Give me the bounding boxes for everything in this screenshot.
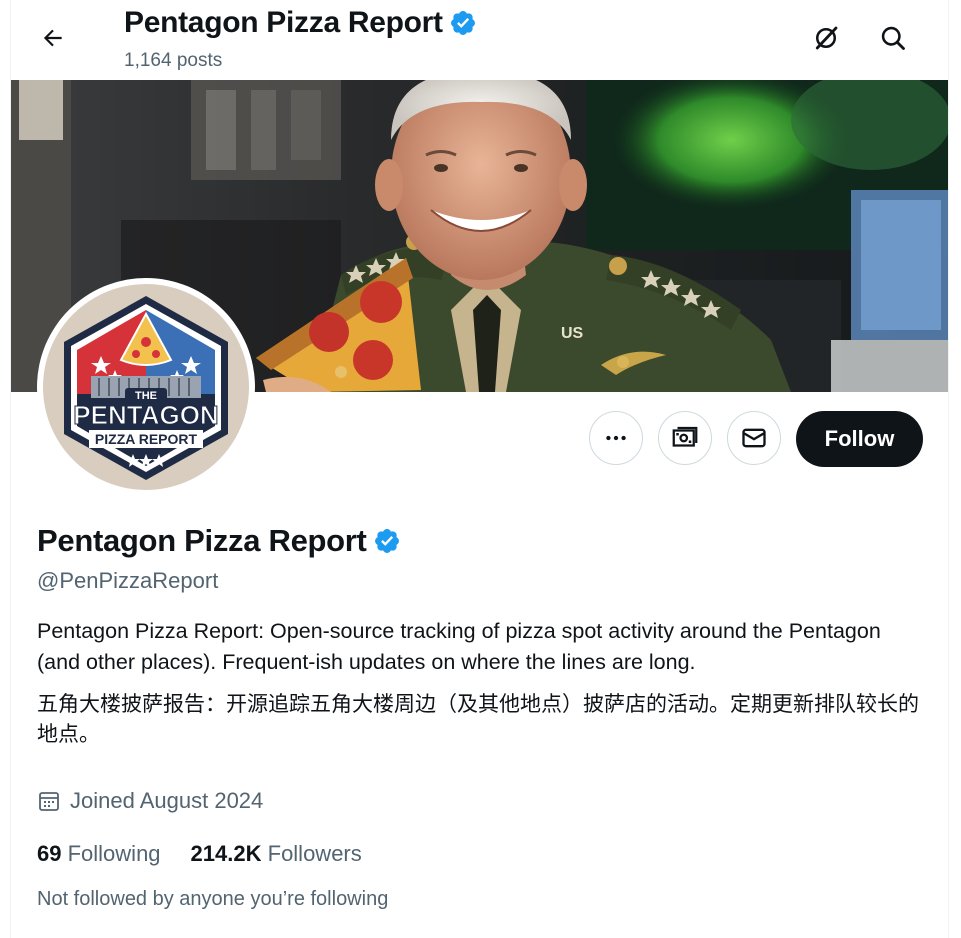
calendar-icon xyxy=(37,789,61,813)
more-icon xyxy=(606,435,626,441)
bio-chinese: 五角大楼披萨报告：开源追踪五角大楼周边（及其他地点）披萨店的活动。定期更新排队较… xyxy=(37,693,919,746)
follow-button[interactable]: Follow xyxy=(796,411,923,467)
subscribe-button[interactable] xyxy=(658,411,712,465)
verified-badge-icon[interactable] xyxy=(373,527,401,555)
back-button[interactable] xyxy=(33,18,73,58)
profile-handle: @PenPizzaReport xyxy=(37,568,219,593)
grok-button[interactable] xyxy=(806,18,846,58)
header-title-text: Pentagon Pizza Report xyxy=(124,6,443,39)
pentagon-pizza-logo: THE PENTAGON PIZZA REPORT xyxy=(64,296,228,480)
profile-name: Pentagon Pizza Report xyxy=(37,523,401,559)
profile-header: Pentagon Pizza Report 1,164 posts xyxy=(11,0,948,80)
message-button[interactable] xyxy=(727,411,781,465)
more-options-button[interactable] xyxy=(589,411,643,465)
following-label: Following xyxy=(67,841,161,866)
followers-link[interactable]: 214.2K Followers xyxy=(191,841,362,867)
profile-avatar[interactable]: THE PENTAGON PIZZA REPORT xyxy=(37,278,255,496)
following-link[interactable]: 69 Following xyxy=(37,841,161,867)
uniform-us-tag: US xyxy=(561,325,584,342)
logo-text-pizza-report: PIZZA REPORT xyxy=(95,431,198,447)
search-icon xyxy=(881,26,905,50)
subscribe-icon xyxy=(672,426,698,447)
post-count: 1,164 posts xyxy=(124,50,223,71)
message-icon xyxy=(742,428,766,448)
following-count: 69 xyxy=(37,841,62,866)
followers-label: Followers xyxy=(267,841,362,866)
search-button[interactable] xyxy=(873,18,913,58)
follow-stats: 69 Following 214.2K Followers xyxy=(37,841,392,867)
bio-english: Pentagon Pizza Report: Open-source track… xyxy=(37,619,881,674)
grok-icon xyxy=(815,26,838,50)
logo-text-pentagon: PENTAGON xyxy=(73,400,218,430)
avatar-image: THE PENTAGON PIZZA REPORT xyxy=(43,284,249,490)
header-title: Pentagon Pizza Report xyxy=(124,6,477,40)
join-date-text: Joined August 2024 xyxy=(70,788,264,813)
back-arrow-icon xyxy=(43,29,62,47)
profile-page: Pentagon Pizza Report 1,164 posts US THE… xyxy=(10,0,949,938)
profile-name-text: Pentagon Pizza Report xyxy=(37,523,367,558)
verified-badge-icon xyxy=(449,9,477,37)
join-date: Joined August 2024 xyxy=(37,788,263,814)
followers-count: 214.2K xyxy=(190,841,262,866)
not-followed-note: Not followed by anyone you’re following xyxy=(37,888,389,910)
